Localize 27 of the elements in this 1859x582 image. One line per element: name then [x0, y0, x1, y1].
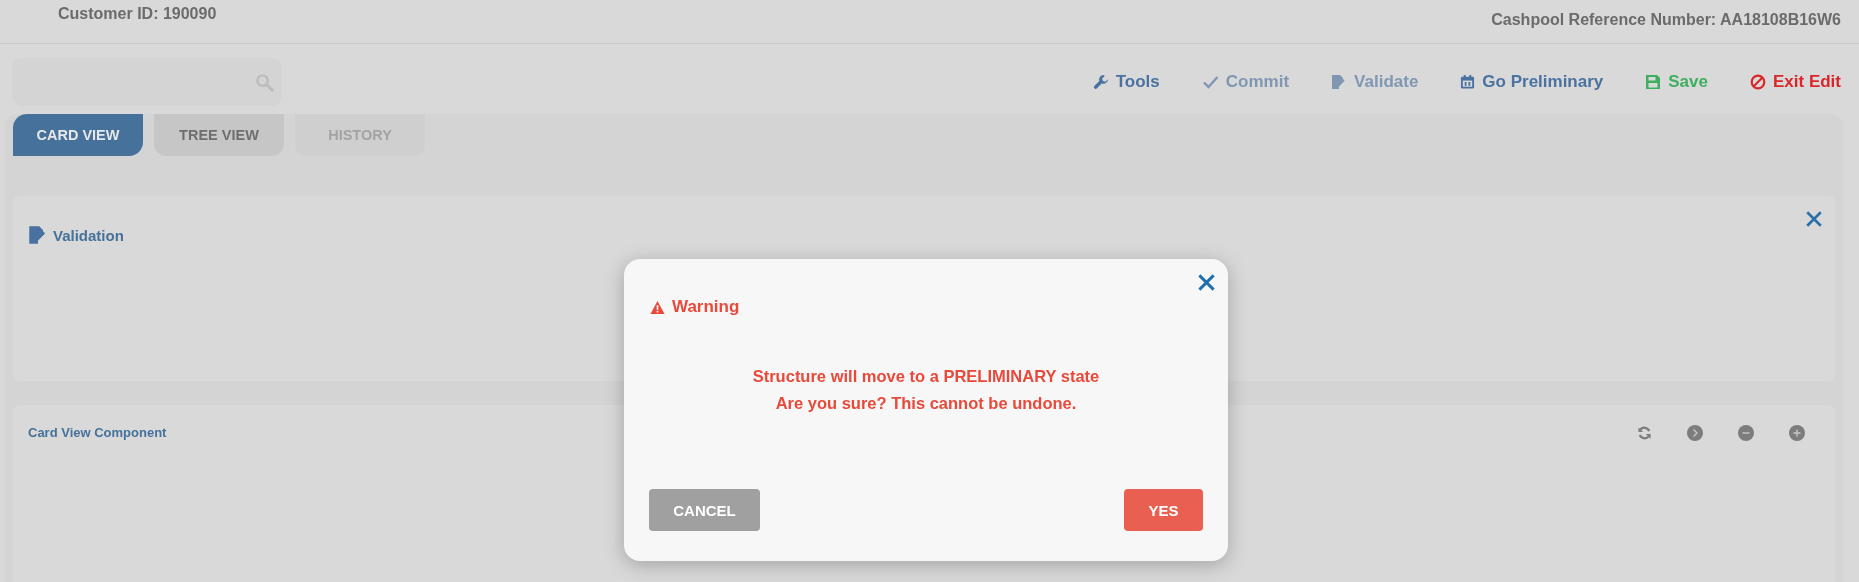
close-icon[interactable] [1805, 210, 1823, 228]
toolbar-button[interactable]: Tools [1092, 72, 1160, 92]
tab[interactable]: TREE VIEW [154, 114, 284, 156]
yes-button[interactable]: YES [1124, 489, 1203, 531]
minus-circle-icon[interactable] [1738, 425, 1754, 441]
warning-message: Are you sure? This cannot be undone. [775, 394, 1077, 413]
wrench-icon [1092, 74, 1109, 90]
dialog-title: Warning [672, 297, 740, 317]
customer-id: Customer ID: 190090 [58, 4, 217, 23]
card-title: Card View Component [28, 425, 167, 440]
tab[interactable]: CARD VIEW [13, 114, 143, 156]
warning-message: Structure will move to a PRELIMINARY state [752, 367, 1100, 386]
cancel-button[interactable]: CANCEL [649, 489, 760, 531]
ban-icon [1750, 74, 1766, 90]
check-icon [1201, 74, 1219, 90]
warning-icon [649, 299, 666, 315]
plus-circle-icon[interactable] [1789, 425, 1805, 441]
toolbar-button[interactable]: Exit Edit [1750, 72, 1841, 92]
refresh-icon[interactable] [1637, 425, 1652, 441]
toolbar-button[interactable]: Go Preliminary [1460, 72, 1604, 92]
card-title: Validation [53, 226, 124, 244]
chevron-circle-icon[interactable] [1687, 425, 1703, 441]
close-icon[interactable] [1197, 273, 1216, 292]
toolbar-button[interactable]: Save [1645, 72, 1708, 92]
search-field[interactable] [12, 58, 282, 106]
reference-number: Cashpool Reference Number: AA18108B16W6 [1491, 10, 1841, 29]
calendar-icon [1460, 74, 1476, 90]
